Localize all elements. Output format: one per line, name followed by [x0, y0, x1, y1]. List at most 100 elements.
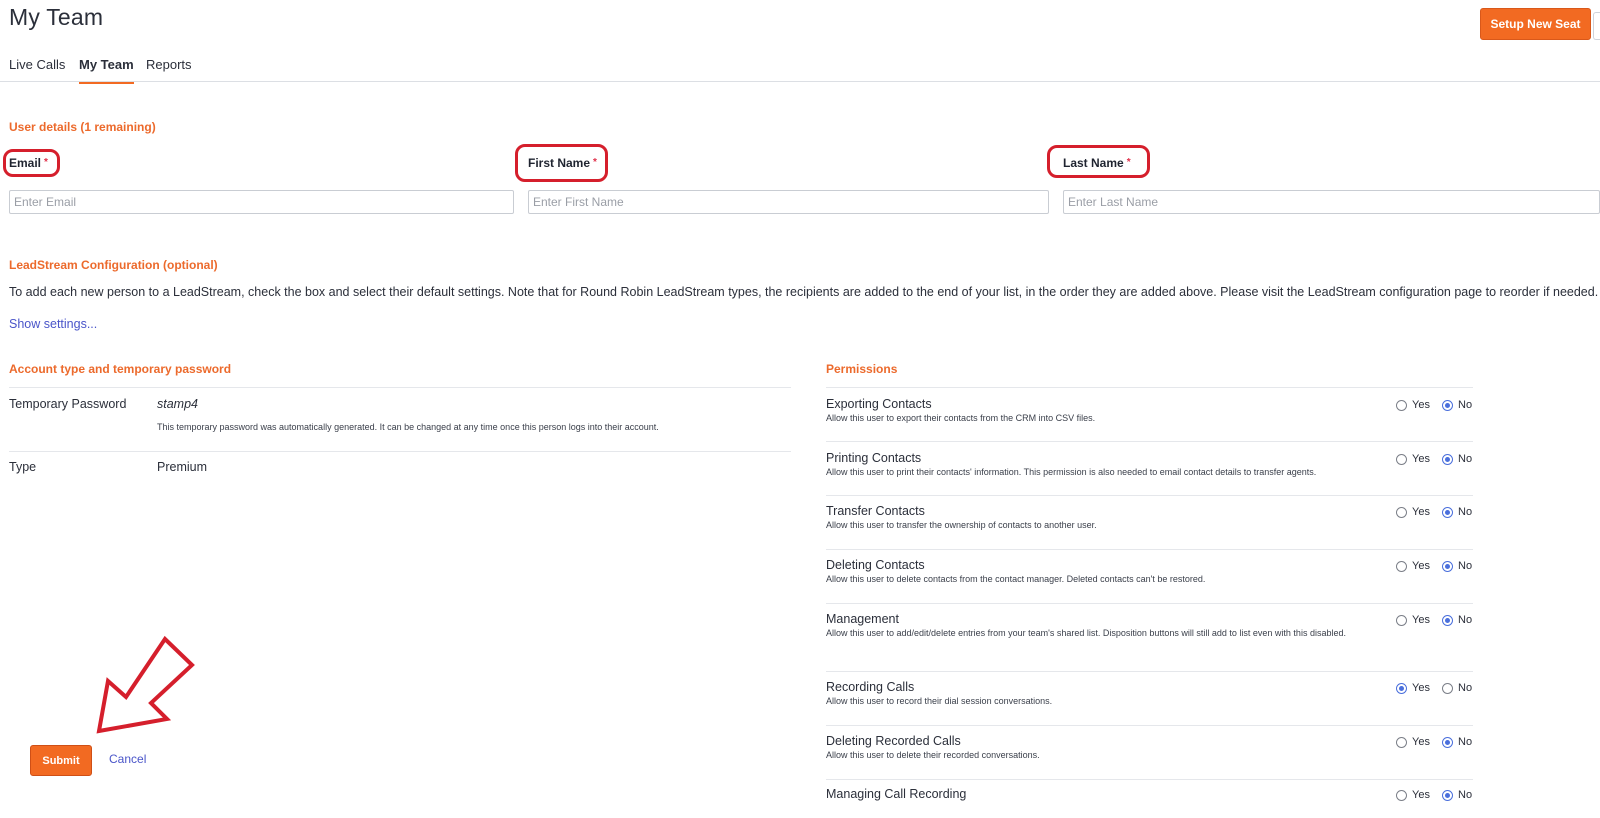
- permission-row: Exporting Contacts Allow this user to ex…: [826, 387, 1473, 441]
- last-name-label: Last Name *: [1063, 156, 1131, 170]
- permission-yes-option[interactable]: Yes: [1396, 506, 1430, 518]
- submit-button[interactable]: Submit: [30, 745, 92, 776]
- yes-label: Yes: [1412, 399, 1430, 411]
- permission-no-option[interactable]: No: [1442, 614, 1472, 626]
- permission-name: Deleting Recorded Calls: [826, 734, 961, 748]
- email-label: Email *: [9, 156, 48, 170]
- permission-desc: Allow this user to transfer the ownershi…: [826, 520, 1097, 530]
- account-section-title: Account type and temporary password: [9, 362, 232, 376]
- permission-yes-option[interactable]: Yes: [1396, 399, 1430, 411]
- permission-desc: Allow this user to delete contacts from …: [826, 574, 1206, 584]
- no-label: No: [1458, 614, 1473, 626]
- permission-no-option[interactable]: No: [1442, 560, 1472, 572]
- no-radio[interactable]: [1442, 614, 1453, 626]
- permission-yes-option[interactable]: Yes: [1396, 682, 1430, 694]
- permission-name: Deleting Contacts: [826, 558, 925, 572]
- permission-row: Transfer Contacts Allow this user to tra…: [826, 495, 1473, 549]
- temp-password-row: Temporary Password stamp4 This temporary…: [9, 387, 791, 451]
- first-name-label-text: First Name: [528, 156, 591, 170]
- required-marker: *: [593, 157, 597, 168]
- yes-radio[interactable]: [1396, 560, 1407, 572]
- type-value: Premium: [157, 460, 208, 474]
- permission-no-option[interactable]: No: [1442, 506, 1472, 518]
- user-details-title: User details (1 remaining): [9, 120, 156, 134]
- no-label: No: [1458, 399, 1473, 411]
- permission-yes-option[interactable]: Yes: [1396, 453, 1430, 465]
- permission-no-option[interactable]: No: [1442, 453, 1472, 465]
- permission-yes-option[interactable]: Yes: [1396, 560, 1430, 572]
- no-label: No: [1458, 789, 1473, 801]
- permission-row: Deleting Recorded Calls Allow this user …: [826, 725, 1473, 779]
- adjacent-button-edge[interactable]: [1593, 12, 1600, 40]
- yes-label: Yes: [1412, 736, 1430, 748]
- permission-desc: Allow this user to record their dial ses…: [826, 696, 1053, 706]
- required-marker: *: [44, 157, 48, 168]
- no-radio[interactable]: [1442, 789, 1453, 801]
- no-radio[interactable]: [1442, 560, 1453, 572]
- yes-label: Yes: [1412, 560, 1430, 572]
- permission-name: Printing Contacts: [826, 451, 922, 465]
- permission-no-option[interactable]: No: [1442, 789, 1472, 801]
- yes-label: Yes: [1412, 789, 1430, 801]
- required-marker: *: [1126, 157, 1131, 168]
- yes-label: Yes: [1412, 453, 1430, 465]
- yes-radio[interactable]: [1396, 736, 1407, 748]
- page-title: My Team: [9, 4, 104, 30]
- permission-yes-option[interactable]: Yes: [1396, 789, 1430, 801]
- yes-radio[interactable]: [1396, 506, 1407, 518]
- leadstream-title: LeadStream Configuration (optional): [9, 258, 218, 272]
- yes-label: Yes: [1412, 614, 1430, 626]
- permission-desc: Allow this user to delete their recorded…: [826, 750, 1040, 760]
- no-radio[interactable]: [1442, 453, 1453, 465]
- permission-row: Printing Contacts Allow this user to pri…: [826, 441, 1473, 495]
- permission-row: Deleting Contacts Allow this user to del…: [826, 549, 1473, 603]
- tab-my-team[interactable]: My Team: [79, 57, 134, 84]
- permission-desc: Allow this user to export their contacts…: [826, 413, 1096, 423]
- permission-no-option[interactable]: No: [1442, 399, 1472, 411]
- type-row: Type Premium: [9, 451, 791, 481]
- permission-row: Managing Call Recording Yes No: [826, 779, 1473, 818]
- no-radio[interactable]: [1442, 682, 1453, 694]
- temp-password-note: This temporary password was automaticall…: [157, 422, 659, 432]
- last-name-input[interactable]: [1063, 190, 1600, 214]
- permission-no-option[interactable]: No: [1442, 682, 1472, 694]
- yes-label: Yes: [1412, 506, 1430, 518]
- yes-radio[interactable]: [1396, 614, 1407, 626]
- temp-password-value: stamp4: [157, 397, 198, 411]
- permission-name: Transfer Contacts: [826, 504, 925, 518]
- tab-reports[interactable]: Reports: [146, 57, 192, 82]
- no-radio[interactable]: [1442, 506, 1453, 518]
- yes-radio[interactable]: [1396, 682, 1407, 694]
- permission-name: Managing Call Recording: [826, 787, 967, 801]
- permission-row: Management Allow this user to add/edit/d…: [826, 603, 1473, 671]
- permission-desc: Allow this user to add/edit/delete entri…: [826, 628, 1346, 638]
- leadstream-description: To add each new person to a LeadStream, …: [9, 285, 1599, 299]
- first-name-input[interactable]: [528, 190, 1049, 214]
- cancel-link[interactable]: Cancel: [109, 752, 146, 766]
- temp-password-label: Temporary Password: [9, 397, 127, 411]
- permission-name: Recording Calls: [826, 680, 915, 694]
- no-label: No: [1458, 453, 1473, 465]
- yes-label: Yes: [1412, 682, 1430, 694]
- show-settings-link[interactable]: Show settings...: [9, 317, 97, 331]
- permission-name: Management: [826, 612, 899, 626]
- tab-live-calls[interactable]: Live Calls: [9, 57, 65, 82]
- email-label-text: Email: [9, 156, 42, 170]
- permissions-title: Permissions: [826, 362, 898, 376]
- no-label: No: [1458, 506, 1473, 518]
- no-label: No: [1458, 682, 1473, 694]
- no-radio[interactable]: [1442, 736, 1453, 748]
- type-label: Type: [9, 460, 37, 474]
- permission-no-option[interactable]: No: [1442, 736, 1472, 748]
- no-label: No: [1458, 736, 1473, 748]
- last-name-label-text: Last Name: [1063, 156, 1124, 170]
- yes-radio[interactable]: [1396, 453, 1407, 465]
- yes-radio[interactable]: [1396, 789, 1407, 801]
- permission-row: Recording Calls Allow this user to recor…: [826, 671, 1473, 725]
- permission-yes-option[interactable]: Yes: [1396, 614, 1430, 626]
- permission-yes-option[interactable]: Yes: [1396, 736, 1430, 748]
- no-radio[interactable]: [1442, 399, 1453, 411]
- setup-new-seat-button[interactable]: Setup New Seat: [1480, 8, 1591, 40]
- email-input[interactable]: [9, 190, 514, 214]
- yes-radio[interactable]: [1396, 399, 1407, 411]
